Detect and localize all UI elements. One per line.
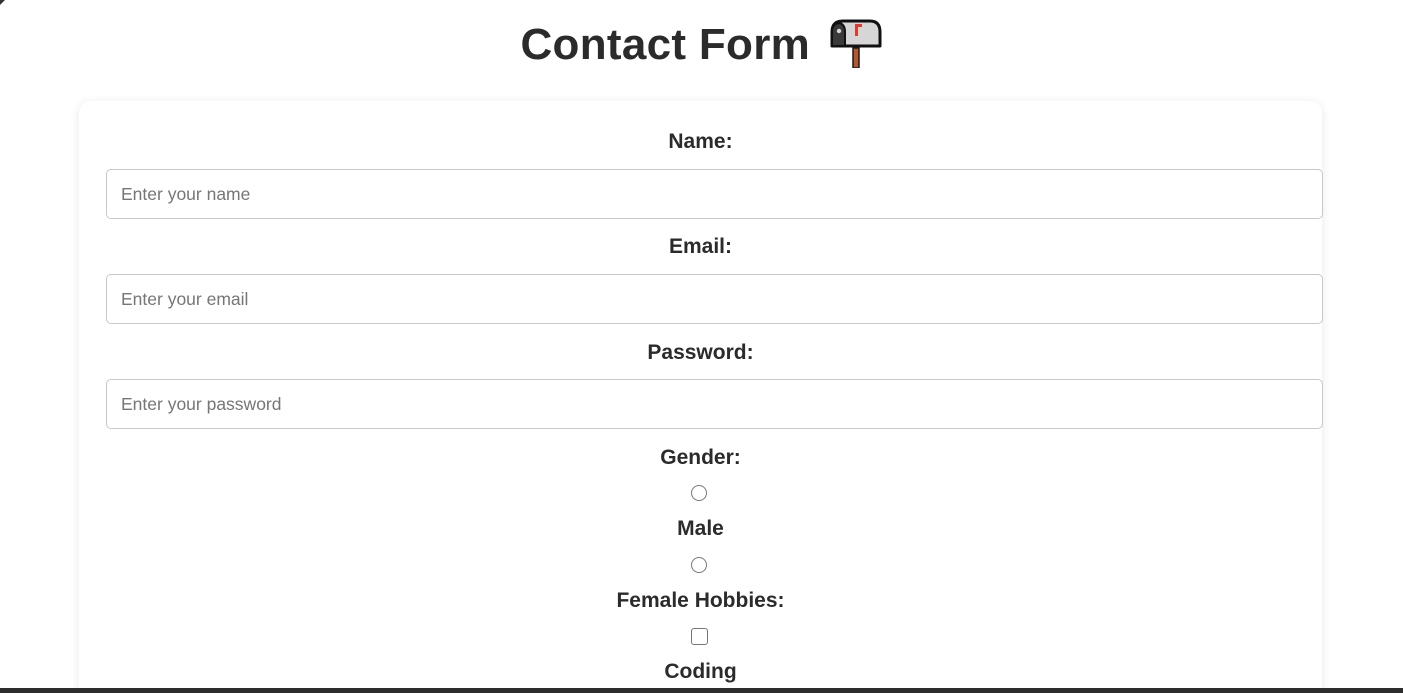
password-input[interactable] (106, 379, 1323, 429)
hobby-coding-checkbox[interactable] (691, 628, 708, 645)
window-corner (0, 0, 5, 5)
hobbies-label: Hobbies: (694, 589, 785, 612)
mailbox-icon (829, 18, 883, 69)
form-card: Name: Email: Password: Gender: Male Fema… (79, 101, 1323, 693)
contact-form-page: Contact Form Name: Email: Password: Gend… (0, 0, 1403, 693)
gender-female-label: Female (616, 589, 689, 612)
email-input[interactable] (106, 274, 1323, 324)
taskbar-edge (0, 688, 1403, 693)
password-label: Password: (647, 341, 754, 364)
page-header: Contact Form (0, 18, 1403, 76)
email-label: Email: (668, 235, 733, 258)
name-label: Name: (668, 130, 733, 153)
hobby-coding-label: Coding (664, 660, 737, 683)
gender-male-radio[interactable] (691, 485, 707, 501)
gender-female-hobbies-label-row: Female Hobbies: (79, 588, 1322, 614)
name-input[interactable] (106, 169, 1323, 219)
gender-label: Gender: (660, 446, 741, 469)
gender-male-label: Male (677, 517, 724, 540)
gender-female-radio[interactable] (691, 557, 707, 573)
page-title: Contact Form (520, 20, 811, 69)
